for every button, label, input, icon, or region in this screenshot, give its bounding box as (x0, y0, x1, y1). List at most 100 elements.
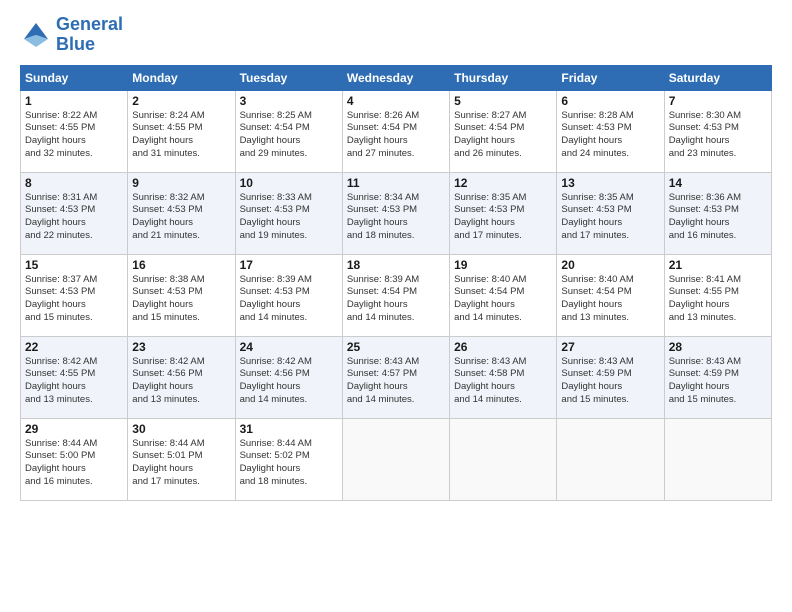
day-info: Sunrise: 8:43 AM Sunset: 4:59 PM Dayligh… (561, 356, 659, 407)
calendar-header-tuesday: Tuesday (235, 65, 342, 90)
calendar-header-wednesday: Wednesday (342, 65, 449, 90)
day-info: Sunrise: 8:22 AM Sunset: 4:55 PM Dayligh… (25, 110, 123, 161)
day-info: Sunrise: 8:24 AM Sunset: 4:55 PM Dayligh… (132, 110, 230, 161)
calendar-header-sunday: Sunday (21, 65, 128, 90)
day-number: 1 (25, 94, 123, 108)
day-info: Sunrise: 8:38 AM Sunset: 4:53 PM Dayligh… (132, 274, 230, 325)
day-info: Sunrise: 8:26 AM Sunset: 4:54 PM Dayligh… (347, 110, 445, 161)
calendar-day-26: 26 Sunrise: 8:43 AM Sunset: 4:58 PM Dayl… (450, 336, 557, 418)
day-info: Sunrise: 8:37 AM Sunset: 4:53 PM Dayligh… (25, 274, 123, 325)
logo-text: General Blue (56, 15, 123, 55)
logo-icon (20, 19, 52, 51)
calendar-day-22: 22 Sunrise: 8:42 AM Sunset: 4:55 PM Dayl… (21, 336, 128, 418)
calendar-empty (450, 418, 557, 500)
day-info: Sunrise: 8:39 AM Sunset: 4:54 PM Dayligh… (347, 274, 445, 325)
day-number: 19 (454, 258, 552, 272)
calendar-day-30: 30 Sunrise: 8:44 AM Sunset: 5:01 PM Dayl… (128, 418, 235, 500)
day-number: 6 (561, 94, 659, 108)
calendar-day-4: 4 Sunrise: 8:26 AM Sunset: 4:54 PM Dayli… (342, 90, 449, 172)
calendar-day-3: 3 Sunrise: 8:25 AM Sunset: 4:54 PM Dayli… (235, 90, 342, 172)
calendar-header-thursday: Thursday (450, 65, 557, 90)
day-number: 9 (132, 176, 230, 190)
day-number: 3 (240, 94, 338, 108)
day-info: Sunrise: 8:25 AM Sunset: 4:54 PM Dayligh… (240, 110, 338, 161)
day-number: 11 (347, 176, 445, 190)
calendar-day-2: 2 Sunrise: 8:24 AM Sunset: 4:55 PM Dayli… (128, 90, 235, 172)
day-info: Sunrise: 8:33 AM Sunset: 4:53 PM Dayligh… (240, 192, 338, 243)
calendar-empty (557, 418, 664, 500)
day-info: Sunrise: 8:44 AM Sunset: 5:01 PM Dayligh… (132, 438, 230, 489)
day-number: 2 (132, 94, 230, 108)
calendar-day-13: 13 Sunrise: 8:35 AM Sunset: 4:53 PM Dayl… (557, 172, 664, 254)
calendar-day-28: 28 Sunrise: 8:43 AM Sunset: 4:59 PM Dayl… (664, 336, 771, 418)
day-number: 12 (454, 176, 552, 190)
day-number: 30 (132, 422, 230, 436)
day-info: Sunrise: 8:34 AM Sunset: 4:53 PM Dayligh… (347, 192, 445, 243)
day-info: Sunrise: 8:41 AM Sunset: 4:55 PM Dayligh… (669, 274, 767, 325)
day-number: 27 (561, 340, 659, 354)
day-number: 22 (25, 340, 123, 354)
day-info: Sunrise: 8:43 AM Sunset: 4:59 PM Dayligh… (669, 356, 767, 407)
day-number: 5 (454, 94, 552, 108)
calendar-week-4: 22 Sunrise: 8:42 AM Sunset: 4:55 PM Dayl… (21, 336, 772, 418)
day-info: Sunrise: 8:40 AM Sunset: 4:54 PM Dayligh… (561, 274, 659, 325)
calendar-empty (664, 418, 771, 500)
day-info: Sunrise: 8:43 AM Sunset: 4:58 PM Dayligh… (454, 356, 552, 407)
day-number: 15 (25, 258, 123, 272)
calendar-day-5: 5 Sunrise: 8:27 AM Sunset: 4:54 PM Dayli… (450, 90, 557, 172)
calendar-day-8: 8 Sunrise: 8:31 AM Sunset: 4:53 PM Dayli… (21, 172, 128, 254)
page: General Blue SundayMondayTuesdayWednesda… (0, 0, 792, 612)
day-number: 31 (240, 422, 338, 436)
day-number: 8 (25, 176, 123, 190)
calendar-header-row: SundayMondayTuesdayWednesdayThursdayFrid… (21, 65, 772, 90)
day-info: Sunrise: 8:43 AM Sunset: 4:57 PM Dayligh… (347, 356, 445, 407)
calendar-day-12: 12 Sunrise: 8:35 AM Sunset: 4:53 PM Dayl… (450, 172, 557, 254)
day-number: 26 (454, 340, 552, 354)
calendar-day-27: 27 Sunrise: 8:43 AM Sunset: 4:59 PM Dayl… (557, 336, 664, 418)
day-info: Sunrise: 8:42 AM Sunset: 4:56 PM Dayligh… (132, 356, 230, 407)
calendar-day-18: 18 Sunrise: 8:39 AM Sunset: 4:54 PM Dayl… (342, 254, 449, 336)
day-info: Sunrise: 8:35 AM Sunset: 4:53 PM Dayligh… (561, 192, 659, 243)
calendar-day-6: 6 Sunrise: 8:28 AM Sunset: 4:53 PM Dayli… (557, 90, 664, 172)
calendar-day-25: 25 Sunrise: 8:43 AM Sunset: 4:57 PM Dayl… (342, 336, 449, 418)
day-number: 13 (561, 176, 659, 190)
calendar-day-14: 14 Sunrise: 8:36 AM Sunset: 4:53 PM Dayl… (664, 172, 771, 254)
day-number: 24 (240, 340, 338, 354)
day-info: Sunrise: 8:30 AM Sunset: 4:53 PM Dayligh… (669, 110, 767, 161)
day-info: Sunrise: 8:36 AM Sunset: 4:53 PM Dayligh… (669, 192, 767, 243)
day-info: Sunrise: 8:42 AM Sunset: 4:56 PM Dayligh… (240, 356, 338, 407)
day-number: 23 (132, 340, 230, 354)
calendar-day-23: 23 Sunrise: 8:42 AM Sunset: 4:56 PM Dayl… (128, 336, 235, 418)
calendar-day-11: 11 Sunrise: 8:34 AM Sunset: 4:53 PM Dayl… (342, 172, 449, 254)
day-info: Sunrise: 8:28 AM Sunset: 4:53 PM Dayligh… (561, 110, 659, 161)
day-info: Sunrise: 8:31 AM Sunset: 4:53 PM Dayligh… (25, 192, 123, 243)
calendar-day-31: 31 Sunrise: 8:44 AM Sunset: 5:02 PM Dayl… (235, 418, 342, 500)
day-number: 18 (347, 258, 445, 272)
day-info: Sunrise: 8:40 AM Sunset: 4:54 PM Dayligh… (454, 274, 552, 325)
logo: General Blue (20, 15, 123, 55)
calendar-day-20: 20 Sunrise: 8:40 AM Sunset: 4:54 PM Dayl… (557, 254, 664, 336)
header: General Blue (20, 15, 772, 55)
calendar-header-saturday: Saturday (664, 65, 771, 90)
calendar-day-29: 29 Sunrise: 8:44 AM Sunset: 5:00 PM Dayl… (21, 418, 128, 500)
calendar-day-1: 1 Sunrise: 8:22 AM Sunset: 4:55 PM Dayli… (21, 90, 128, 172)
day-number: 7 (669, 94, 767, 108)
day-number: 25 (347, 340, 445, 354)
calendar-day-21: 21 Sunrise: 8:41 AM Sunset: 4:55 PM Dayl… (664, 254, 771, 336)
day-number: 21 (669, 258, 767, 272)
day-number: 17 (240, 258, 338, 272)
calendar-header-friday: Friday (557, 65, 664, 90)
calendar-day-15: 15 Sunrise: 8:37 AM Sunset: 4:53 PM Dayl… (21, 254, 128, 336)
calendar-day-9: 9 Sunrise: 8:32 AM Sunset: 4:53 PM Dayli… (128, 172, 235, 254)
calendar-table: SundayMondayTuesdayWednesdayThursdayFrid… (20, 65, 772, 501)
day-info: Sunrise: 8:42 AM Sunset: 4:55 PM Dayligh… (25, 356, 123, 407)
calendar-day-7: 7 Sunrise: 8:30 AM Sunset: 4:53 PM Dayli… (664, 90, 771, 172)
calendar-day-24: 24 Sunrise: 8:42 AM Sunset: 4:56 PM Dayl… (235, 336, 342, 418)
calendar-day-10: 10 Sunrise: 8:33 AM Sunset: 4:53 PM Dayl… (235, 172, 342, 254)
day-number: 20 (561, 258, 659, 272)
calendar-day-17: 17 Sunrise: 8:39 AM Sunset: 4:53 PM Dayl… (235, 254, 342, 336)
calendar-header-monday: Monday (128, 65, 235, 90)
calendar-empty (342, 418, 449, 500)
day-number: 16 (132, 258, 230, 272)
day-number: 28 (669, 340, 767, 354)
